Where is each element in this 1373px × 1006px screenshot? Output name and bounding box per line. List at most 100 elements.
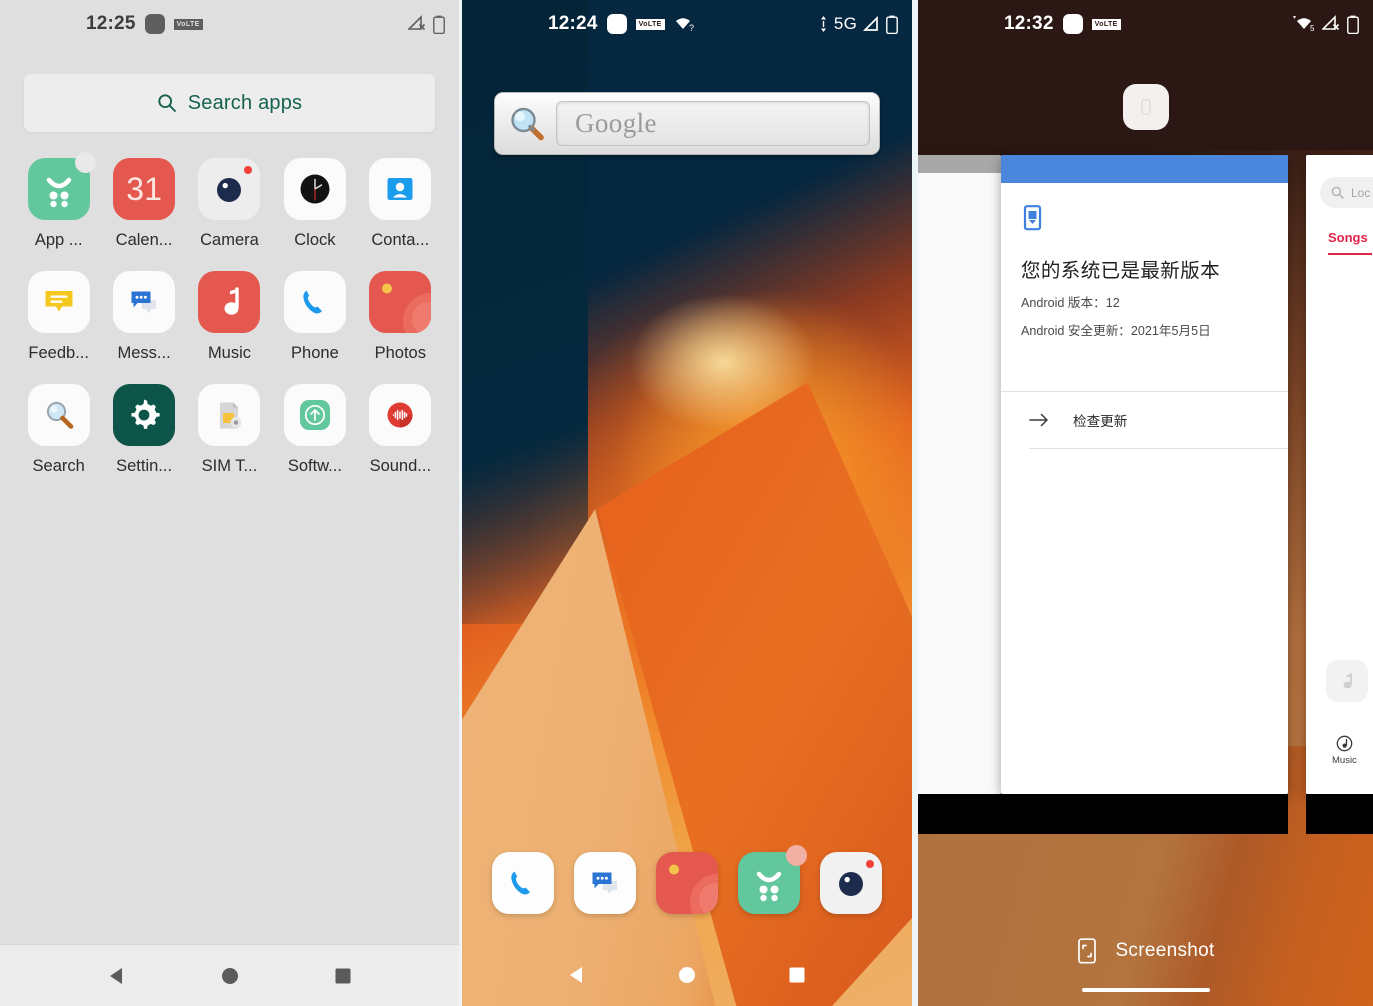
search-apps-bar[interactable]: Search apps — [24, 74, 435, 132]
sim-card-icon — [1062, 14, 1083, 34]
nav-item-music[interactable]: Music — [1332, 735, 1357, 766]
task-card-row: 您的系统已是最新版本 Android 版本：12 Android 安全更新：20… — [918, 155, 1373, 794]
battery-icon — [433, 15, 445, 34]
app-item-feedback[interactable]: Feedb... — [16, 271, 101, 363]
music-disc-icon — [1336, 735, 1353, 752]
svg-text:5: 5 — [1310, 24, 1315, 33]
task-card-system-update[interactable]: 您的系统已是最新版本 Android 版本：12 Android 安全更新：20… — [1001, 155, 1288, 794]
task-card-body — [918, 173, 1001, 794]
wifi-question-icon: ? — [674, 15, 695, 33]
app-item-calendar[interactable]: 31 Calen... — [101, 158, 186, 250]
volte-icon: VoLTE — [635, 18, 665, 30]
app-item-photos[interactable]: Photos — [358, 271, 443, 363]
dock-item-phone[interactable] — [492, 852, 554, 914]
app-item-settings[interactable]: Settin... — [101, 384, 186, 476]
security-update-line: Android 安全更新：2021年5月5日 — [1021, 324, 1211, 338]
task-card-header — [918, 155, 1001, 173]
status-bar-2: 12:24 VoLTE ? 5G — [462, 0, 912, 48]
app-label: Feedb... — [28, 344, 89, 362]
task-card-clock[interactable] — [918, 155, 1001, 794]
search-apps-label: Search apps — [187, 91, 303, 114]
dock — [462, 845, 912, 914]
feedback-icon — [27, 271, 90, 333]
status-clock: 12:25 — [86, 13, 136, 34]
software-update-icon — [283, 384, 346, 446]
search-icon — [1331, 186, 1344, 199]
app-item-messages[interactable]: Mess... — [101, 271, 186, 363]
google-magnifier-icon — [504, 102, 548, 146]
no-sim-signal-icon — [1322, 15, 1341, 33]
status-bar-3: 12:32 VoLTE 5 — [918, 0, 1373, 48]
task-card-header — [1001, 155, 1288, 183]
clock-icon — [283, 158, 346, 220]
app-item-app-store[interactable]: App ... — [16, 152, 101, 250]
svg-text:?: ? — [689, 23, 694, 33]
google-search-widget[interactable]: Google — [494, 92, 880, 155]
recents-icon[interactable] — [779, 957, 815, 993]
status-clock: 12:24 — [548, 13, 598, 34]
tab-underline — [1328, 253, 1372, 255]
panel-app-drawer: 12:25 VoLTE Search apps App ... 31 Calen… — [0, 0, 459, 1006]
phone-download-icon — [1021, 205, 1044, 231]
app-item-search[interactable]: Search — [16, 384, 101, 476]
contacts-icon — [369, 158, 432, 220]
dock-item-app-store[interactable] — [738, 845, 807, 914]
tab-songs[interactable]: Songs — [1328, 230, 1368, 245]
dock-item-camera[interactable] — [820, 852, 882, 914]
app-item-contacts[interactable]: Conta... — [358, 158, 443, 250]
screenshot-label: Screenshot — [1115, 940, 1215, 961]
dock-item-photos[interactable] — [656, 852, 718, 914]
volte-icon: VoLTE — [173, 18, 203, 30]
screenshot-icon — [1076, 938, 1098, 964]
back-icon[interactable] — [99, 958, 135, 994]
phone-icon — [283, 271, 346, 333]
app-label: Clock — [294, 231, 336, 249]
app-item-phone[interactable]: Phone — [272, 271, 357, 363]
app-label: SIM T... — [201, 457, 258, 475]
back-icon[interactable] — [559, 957, 595, 993]
magnifier-icon — [27, 384, 90, 446]
app-grid: App ... 31 Calen... Camera Clock Conta..… — [16, 152, 443, 476]
check-update-label: 检查更新 — [1073, 414, 1128, 429]
task-card-music[interactable]: Loc Songs Music — [1306, 155, 1373, 794]
music-search-input[interactable]: Loc — [1320, 177, 1373, 208]
sim-card-icon — [144, 14, 165, 34]
music-icon — [198, 271, 261, 333]
app-label: Settin... — [116, 457, 173, 475]
home-icon[interactable] — [669, 957, 705, 993]
app-item-sim-toolkit[interactable]: SIM T... — [187, 384, 272, 476]
app-item-camera[interactable]: Camera — [187, 158, 272, 250]
data-transfer-icon — [819, 16, 828, 32]
app-item-clock[interactable]: Clock — [272, 158, 357, 250]
app-label: Conta... — [371, 231, 430, 249]
android-version-line: Android 版本：12 — [1021, 296, 1120, 310]
app-item-sound-recorder[interactable]: Sound... — [358, 384, 443, 476]
google-search-input[interactable]: Google — [556, 101, 870, 146]
app-label: Calen... — [115, 231, 173, 249]
network-type-label: 5G — [833, 14, 857, 33]
app-item-software-update[interactable]: Softw... — [272, 384, 357, 476]
notification-badge — [244, 166, 253, 174]
home-indicator[interactable] — [1081, 988, 1210, 992]
panel-home-screen: 12:24 VoLTE ? 5G Google — [462, 0, 912, 1006]
task-card-body: Loc Songs Music — [1306, 155, 1373, 794]
photos-icon — [369, 271, 432, 333]
battery-icon — [886, 15, 898, 34]
dock-item-messages[interactable] — [574, 852, 636, 914]
home-icon[interactable] — [212, 958, 248, 994]
status-clock: 12:32 — [1004, 13, 1054, 34]
music-search-placeholder: Loc — [1351, 185, 1371, 200]
sim-card-icon — [606, 14, 627, 34]
calendar-icon: 31 — [113, 158, 176, 220]
check-update-row[interactable]: 检查更新 — [1029, 392, 1288, 449]
app-item-music[interactable]: Music — [187, 271, 272, 363]
google-wordmark: Google — [575, 108, 657, 138]
system-update-icon[interactable] — [1122, 84, 1169, 130]
screenshot-button[interactable]: Screenshot — [918, 938, 1373, 964]
recents-icon[interactable] — [325, 958, 361, 994]
task-card-body: 您的系统已是最新版本 Android 版本：12 Android 安全更新：20… — [1001, 183, 1288, 339]
app-label: Search — [32, 457, 85, 475]
battery-icon — [1347, 15, 1359, 34]
music-note-icon[interactable] — [1326, 660, 1368, 702]
app-label: Phone — [291, 344, 339, 362]
